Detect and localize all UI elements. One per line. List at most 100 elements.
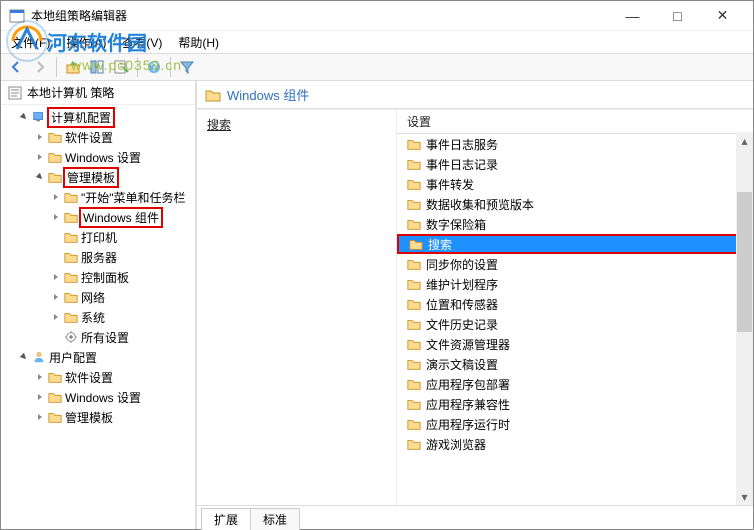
folder-icon — [407, 297, 421, 311]
list-item[interactable]: 位置和传感器 — [397, 294, 753, 314]
toolbar-divider — [170, 57, 171, 77]
list-item[interactable]: 应用程序运行时 — [397, 414, 753, 434]
list-item[interactable]: 文件历史记录 — [397, 314, 753, 334]
filter-button[interactable] — [176, 56, 198, 78]
app-icon — [9, 8, 25, 24]
folder-icon — [407, 417, 421, 431]
folder-icon — [407, 397, 421, 411]
list-item[interactable]: 搜索 — [397, 234, 753, 254]
list-item[interactable]: 应用程序兼容性 — [397, 394, 753, 414]
list-item[interactable]: 事件日志服务 — [397, 134, 753, 154]
window-title: 本地组策略编辑器 — [31, 7, 610, 24]
list-item-label: 事件日志记录 — [426, 156, 498, 173]
tree-printers[interactable]: 打印机 — [1, 227, 195, 247]
list-header[interactable]: 设置 — [397, 110, 753, 134]
list-item[interactable]: 同步你的设置 — [397, 254, 753, 274]
content-area: 本地计算机 策略 计算机配置 软件设置 Windows 设置 管理模板 "开始"… — [1, 81, 753, 529]
folder-icon — [407, 357, 421, 371]
toolbar-divider — [137, 57, 138, 77]
list-item-label: 事件转发 — [426, 176, 474, 193]
folder-icon — [407, 437, 421, 451]
folder-icon — [407, 317, 421, 331]
menu-action[interactable]: 操作(A) — [58, 32, 114, 53]
tree-software-settings-2[interactable]: 软件设置 — [1, 367, 195, 387]
list-item[interactable]: 文件资源管理器 — [397, 334, 753, 354]
tree-admin-templates[interactable]: 管理模板 — [1, 167, 195, 187]
tree-user-config[interactable]: 用户配置 — [1, 347, 195, 367]
close-button[interactable]: ✕ — [700, 1, 745, 31]
forward-button[interactable] — [29, 56, 51, 78]
details-column: 搜索 — [197, 110, 397, 505]
tree-windows-settings[interactable]: Windows 设置 — [1, 147, 195, 167]
tree-software-settings[interactable]: 软件设置 — [1, 127, 195, 147]
list-item-label: 事件日志服务 — [426, 136, 498, 153]
tree-start-menu[interactable]: "开始"菜单和任务栏 — [1, 187, 195, 207]
help-button[interactable]: ? — [143, 56, 165, 78]
up-button[interactable] — [62, 56, 84, 78]
right-body: 搜索 设置 事件日志服务事件日志记录事件转发数据收集和预览版本数字保险箱搜索同步… — [197, 109, 753, 505]
back-button[interactable] — [5, 56, 27, 78]
right-header: Windows 组件 — [197, 81, 753, 109]
tree-header: 本地计算机 策略 — [1, 81, 195, 105]
scroll-down-icon[interactable]: ▾ — [736, 488, 753, 505]
svg-text:?: ? — [150, 60, 157, 74]
tree-windows-components[interactable]: Windows 组件 — [1, 207, 195, 227]
tree-admin-templates-2[interactable]: 管理模板 — [1, 407, 195, 427]
folder-icon — [407, 137, 421, 151]
tab-extended[interactable]: 扩展 — [201, 508, 251, 530]
show-hide-button[interactable] — [86, 56, 108, 78]
policy-icon — [7, 85, 23, 101]
items-list: 事件日志服务事件日志记录事件转发数据收集和预览版本数字保险箱搜索同步你的设置维护… — [397, 134, 753, 505]
list-column: 设置 事件日志服务事件日志记录事件转发数据收集和预览版本数字保险箱搜索同步你的设… — [397, 110, 753, 505]
export-button[interactable] — [110, 56, 132, 78]
list-item-label: 游戏浏览器 — [426, 436, 486, 453]
list-item[interactable]: 应用程序包部署 — [397, 374, 753, 394]
menu-file[interactable]: 文件(F) — [3, 32, 58, 53]
minimize-button[interactable]: — — [610, 1, 655, 31]
list-item-label: 文件资源管理器 — [426, 336, 510, 353]
tree-pane: 本地计算机 策略 计算机配置 软件设置 Windows 设置 管理模板 "开始"… — [1, 81, 197, 529]
list-item-label: 演示文稿设置 — [426, 356, 498, 373]
list-item[interactable]: 游戏浏览器 — [397, 434, 753, 454]
folder-icon — [407, 257, 421, 271]
folder-icon — [407, 197, 421, 211]
tree-servers[interactable]: 服务器 — [1, 247, 195, 267]
titlebar: 本地组策略编辑器 — □ ✕ — [1, 1, 753, 31]
scroll-up-icon[interactable]: ▴ — [736, 132, 753, 149]
toolbar: ? — [1, 53, 753, 81]
list-item[interactable]: 演示文稿设置 — [397, 354, 753, 374]
list-item[interactable]: 数据收集和预览版本 — [397, 194, 753, 214]
maximize-button[interactable]: □ — [655, 1, 700, 31]
list-item-label: 数据收集和预览版本 — [426, 196, 534, 213]
list-item-label: 位置和传感器 — [426, 296, 498, 313]
tree: 计算机配置 软件设置 Windows 设置 管理模板 "开始"菜单和任务栏 Wi… — [1, 105, 195, 429]
tree-control-panel[interactable]: 控制面板 — [1, 267, 195, 287]
list-item[interactable]: 数字保险箱 — [397, 214, 753, 234]
folder-icon — [407, 277, 421, 291]
list-item[interactable]: 事件转发 — [397, 174, 753, 194]
right-pane: Windows 组件 搜索 设置 事件日志服务事件日志记录事件转发数据收集和预览… — [197, 81, 753, 529]
folder-icon — [407, 377, 421, 391]
list-item-label: 文件历史记录 — [426, 316, 498, 333]
tree-system[interactable]: 系统 — [1, 307, 195, 327]
folder-icon — [407, 157, 421, 171]
folder-icon — [409, 237, 423, 251]
tree-computer-config[interactable]: 计算机配置 — [1, 107, 195, 127]
toolbar-divider — [56, 57, 57, 77]
list-item-label: 维护计划程序 — [426, 276, 498, 293]
folder-icon — [407, 177, 421, 191]
menubar: 文件(F) 操作(A) 查看(V) 帮助(H) — [1, 31, 753, 53]
tree-all-settings[interactable]: 所有设置 — [1, 327, 195, 347]
list-item[interactable]: 维护计划程序 — [397, 274, 753, 294]
tree-windows-settings-2[interactable]: Windows 设置 — [1, 387, 195, 407]
menu-help[interactable]: 帮助(H) — [170, 32, 227, 53]
scroll-thumb[interactable] — [737, 192, 752, 332]
list-item[interactable]: 事件日志记录 — [397, 154, 753, 174]
list-item-label: 应用程序兼容性 — [426, 396, 510, 413]
tree-root-label: 本地计算机 策略 — [27, 84, 114, 101]
details-heading: 搜索 — [207, 116, 386, 133]
menu-view[interactable]: 查看(V) — [114, 32, 170, 53]
tab-standard[interactable]: 标准 — [250, 508, 300, 530]
vertical-scrollbar[interactable]: ▴ ▾ — [736, 132, 753, 505]
tree-network[interactable]: 网络 — [1, 287, 195, 307]
